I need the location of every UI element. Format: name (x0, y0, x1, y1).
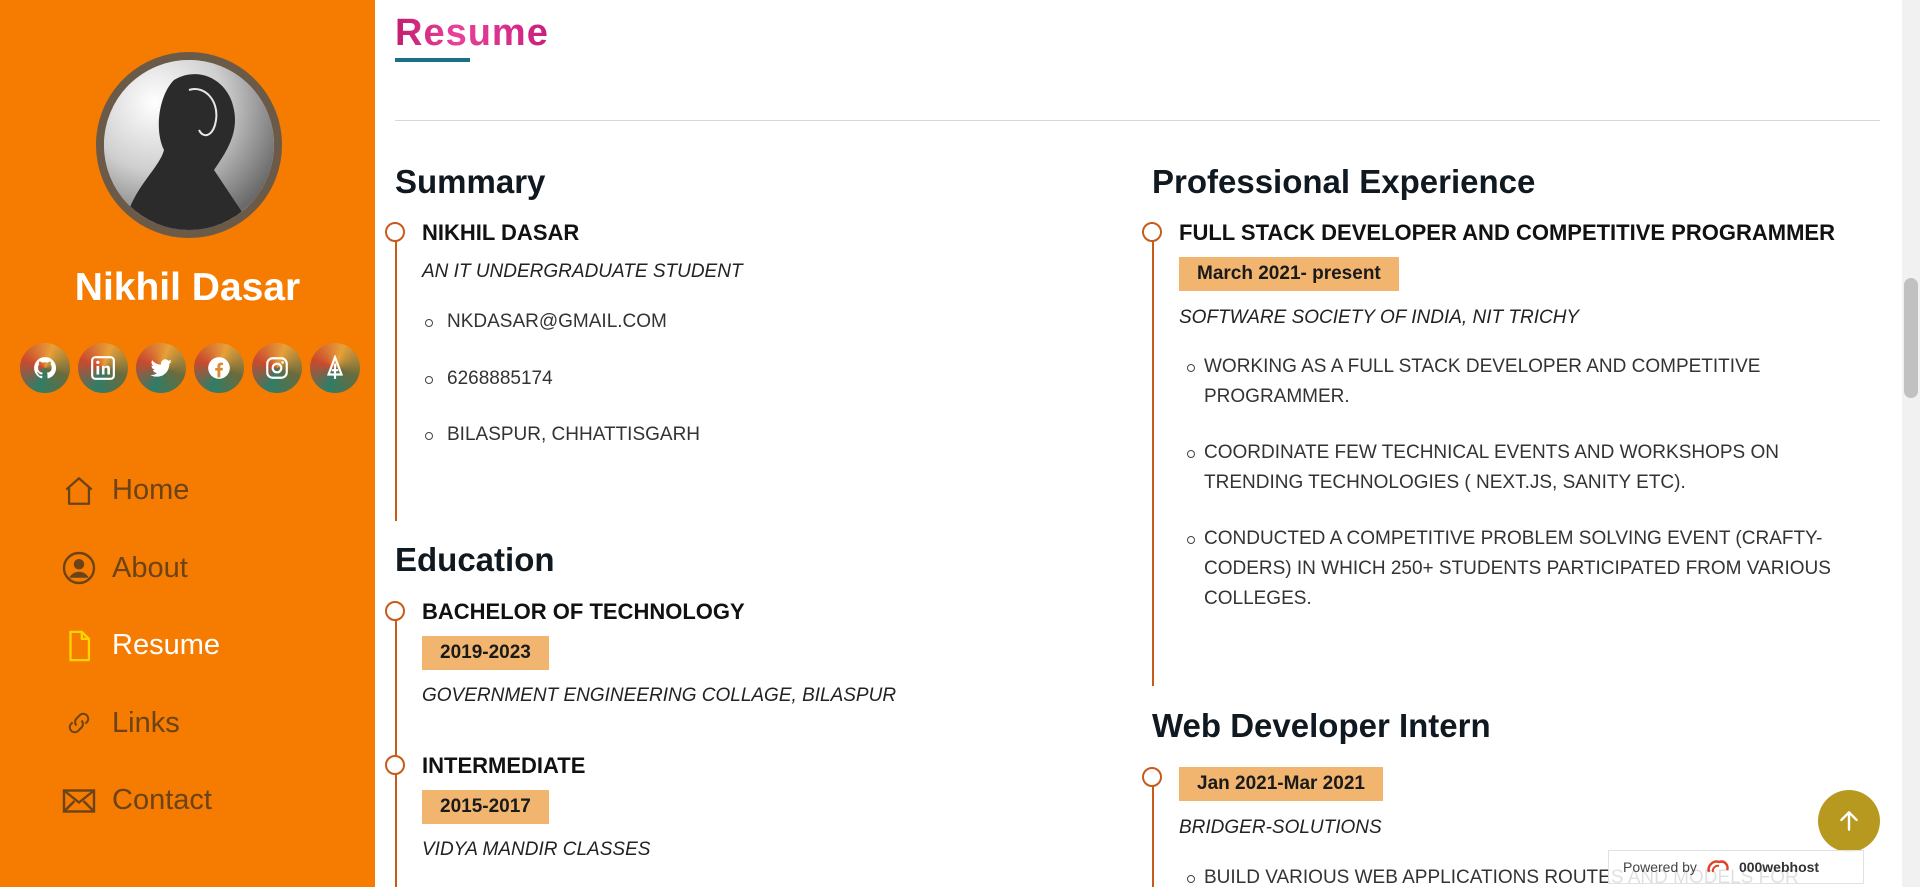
summary-name: NIKHIL DASAR (422, 220, 580, 245)
experience-timeline (1152, 231, 1154, 686)
social-links (20, 343, 360, 393)
timeline-dot (1142, 222, 1162, 242)
education-years-badge: 2015-2017 (422, 790, 549, 824)
nav-item-links[interactable]: Links (60, 685, 220, 763)
education-title: BACHELOR OF TECHNOLOGY (422, 599, 745, 624)
experience-role: FULL STACK DEVELOPER AND COMPETITIVE PRO… (1179, 220, 1835, 245)
instagram-icon[interactable] (252, 343, 302, 393)
envelope-icon (60, 782, 98, 820)
list-bullet (1187, 875, 1195, 883)
sidebar: Nikhil Dasar Home About Resume Links Con… (0, 0, 375, 887)
facebook-icon[interactable] (194, 343, 244, 393)
nav-label-links: Links (112, 706, 180, 739)
resume-section: Resume Summary NIKHIL DASAR AN IT UNDERG… (385, 0, 1880, 887)
summary-tagline: AN IT UNDERGRADUATE STUDENT (422, 261, 743, 282)
nav-item-resume[interactable]: Resume (60, 607, 220, 685)
list-bullet (1187, 450, 1195, 458)
intern-heading: Web Developer Intern (1152, 707, 1491, 744)
experience-period-badge: March 2021- present (1179, 257, 1399, 291)
file-icon (60, 627, 98, 665)
intern-timeline (1152, 776, 1154, 887)
timeline-dot (385, 222, 405, 242)
title-underline (395, 58, 470, 62)
nav-item-contact[interactable]: Contact (60, 762, 220, 840)
summary-heading: Summary (395, 163, 546, 200)
powered-label: Powered by (1623, 859, 1697, 875)
summary-email: NKDASAR@GMAIL.COM (447, 311, 667, 332)
list-bullet (425, 432, 433, 440)
list-bullet (1187, 536, 1195, 544)
nav-label-about: About (112, 551, 188, 584)
profile-name: Nikhil Dasar (74, 266, 301, 309)
webhost-logo-icon (1707, 860, 1729, 873)
twitter-icon[interactable] (136, 343, 186, 393)
timeline-dot (385, 755, 405, 775)
timeline-dot (1142, 767, 1162, 787)
profile-avatar (96, 52, 282, 238)
education-school: VIDYA MANDIR CLASSES (422, 839, 651, 860)
nav-label-resume: Resume (112, 629, 220, 662)
list-bullet (425, 319, 433, 327)
nav-label-contact: Contact (112, 784, 212, 817)
home-icon (60, 472, 98, 510)
experience-heading: Professional Experience (1152, 163, 1536, 200)
education-title: INTERMEDIATE (422, 753, 586, 778)
scrollbar-thumb[interactable] (1904, 278, 1918, 398)
github-icon[interactable] (20, 343, 70, 393)
education-school: GOVERNMENT ENGINEERING COLLAGE, BILASPUR (422, 685, 897, 706)
summary-location: BILASPUR, CHHATTISGARH (447, 424, 701, 445)
experience-point-2: COORDINATE FEW TECHNICAL EVENTS AND WORK… (1204, 442, 1779, 493)
user-circle-icon (60, 549, 98, 587)
powered-brand: 000webhost (1738, 859, 1820, 875)
intern-period-badge: Jan 2021-Mar 2021 (1179, 767, 1383, 801)
arrow-up-icon (1840, 811, 1858, 831)
experience-point-3: CONDUCTED A COMPETITIVE PROBLEM SOLVING … (1204, 528, 1831, 609)
codechef-icon[interactable] (310, 343, 360, 393)
intern-org: BRIDGER-SOLUTIONS (1179, 817, 1382, 838)
timeline-dot (385, 601, 405, 621)
link-icon (60, 704, 98, 742)
page-scrollbar[interactable] (1902, 0, 1920, 887)
summary-phone: 6268885174 (447, 368, 553, 389)
section-divider (395, 120, 1880, 121)
nav-label-home: Home (112, 474, 190, 507)
list-bullet (425, 376, 433, 384)
nav-item-home[interactable]: Home (60, 452, 220, 530)
back-to-top-button[interactable] (1818, 790, 1880, 852)
sidebar-nav: Home About Resume Links Contact (60, 452, 220, 840)
list-bullet (1187, 364, 1195, 372)
nav-item-about[interactable]: About (60, 530, 220, 608)
page-title: Resume (395, 12, 549, 54)
avatar-photo (104, 60, 274, 230)
education-heading: Education (395, 541, 555, 578)
summary-timeline (395, 231, 397, 521)
powered-by-badge[interactable]: Powered by 000webhost (1608, 850, 1864, 884)
education-years-badge: 2019-2023 (422, 636, 549, 670)
education-timeline (395, 610, 397, 887)
experience-org: SOFTWARE SOCIETY OF INDIA, NIT TRICHY (1179, 307, 1580, 328)
linkedin-icon[interactable] (78, 343, 128, 393)
experience-point-1: WORKING AS A FULL STACK DEVELOPER AND CO… (1204, 356, 1761, 407)
